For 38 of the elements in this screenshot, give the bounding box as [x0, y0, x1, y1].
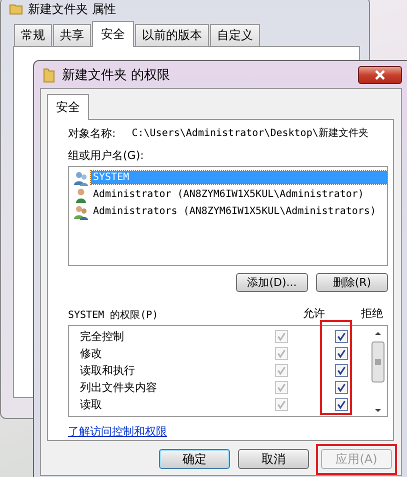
- column-header: 拒绝: [361, 306, 383, 321]
- folder-icon: [9, 2, 23, 16]
- tab[interactable]: 以前的版本: [135, 24, 209, 46]
- permission-name: 完全控制: [80, 329, 124, 344]
- tab[interactable]: 安全: [92, 21, 134, 47]
- user-icon: [73, 186, 89, 202]
- tab[interactable]: 安全: [47, 94, 89, 120]
- help-link[interactable]: 了解访问控制和权限: [68, 424, 167, 439]
- checkbox[interactable]: [335, 364, 348, 377]
- permission-name: 读取: [80, 397, 102, 412]
- checkbox[interactable]: [335, 347, 348, 360]
- group-label: 组或用户名(G):: [68, 148, 145, 163]
- dialog-button[interactable]: 删除(R): [316, 273, 388, 292]
- dialog-button[interactable]: 添加(D)...: [236, 273, 308, 292]
- permission-name: 修改: [80, 346, 102, 361]
- window-title: 新建文件夹 属性: [28, 0, 116, 18]
- checkbox[interactable]: [335, 381, 348, 394]
- checkbox[interactable]: [335, 398, 348, 411]
- folder-icon: [42, 66, 56, 82]
- tab[interactable]: 自定义: [210, 24, 260, 46]
- window-title: 新建文件夹 的权限: [62, 66, 170, 84]
- object-name-value: C:\Users\Administrator\Desktop\新建文件夹: [132, 126, 368, 141]
- dialog-button[interactable]: 取消: [238, 449, 309, 469]
- permission-name: 列出文件夹内容: [80, 380, 157, 395]
- close-icon: [374, 70, 386, 80]
- user-item[interactable]: Administrator (AN8ZYM6IW1X5KUL\Administrator): [91, 188, 387, 201]
- dialog-button[interactable]: 确定: [159, 449, 230, 469]
- users-icon: [73, 204, 89, 220]
- permissions-label: SYSTEM 的权限(P): [68, 308, 158, 322]
- permission-name: 读取和执行: [80, 363, 135, 378]
- users-icon: [73, 170, 89, 186]
- column-header: 允许: [303, 306, 325, 321]
- checkbox[interactable]: [335, 330, 348, 343]
- close-button[interactable]: [358, 66, 402, 84]
- tab[interactable]: 常规: [14, 24, 52, 46]
- tab[interactable]: 共享: [53, 24, 91, 46]
- object-name-label: 对象名称:: [68, 126, 116, 142]
- user-item[interactable]: Administrators (AN8ZYM6IW1X5KUL\Administrators): [91, 205, 387, 218]
